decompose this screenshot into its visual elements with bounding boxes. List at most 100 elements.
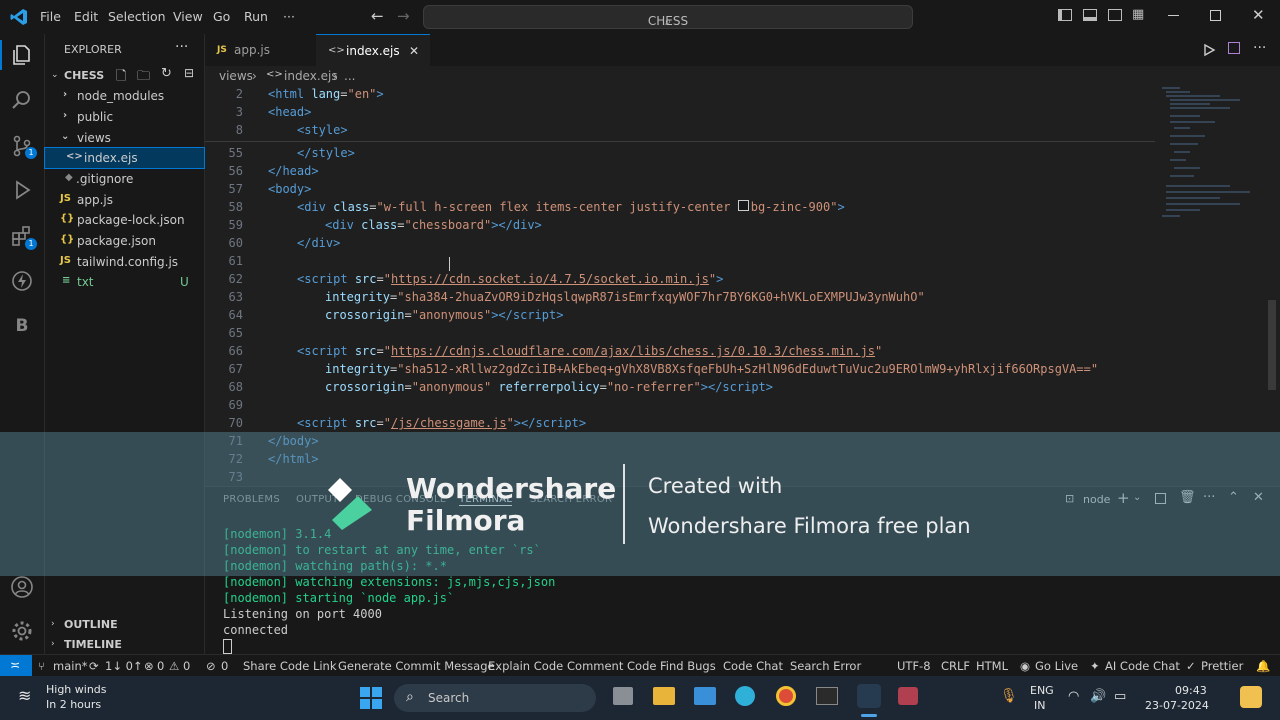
code-editor[interactable]: 2 <html lang="en"> 3 <head> 8 <style> 55 </s… bbox=[205, 86, 1280, 486]
split-editor-icon[interactable] bbox=[1228, 42, 1240, 54]
input-language-line1[interactable]: ENG bbox=[1030, 684, 1054, 697]
refresh-icon[interactable]: ↻ bbox=[161, 66, 172, 81]
filmora-app-icon[interactable] bbox=[898, 687, 918, 705]
generate-commit-message[interactable]: Generate Commit Message bbox=[338, 659, 495, 673]
settings-gear-icon[interactable] bbox=[10, 619, 34, 643]
chrome-browser-icon[interactable] bbox=[776, 686, 796, 706]
close-tab-icon[interactable]: ✕ bbox=[409, 44, 419, 58]
copilot-icon[interactable] bbox=[1240, 686, 1262, 708]
workspace-folder-name[interactable]: CHESS bbox=[64, 69, 104, 82]
menu-run[interactable]: Run bbox=[244, 9, 268, 24]
sync-status[interactable]: 1↓ 0↑ bbox=[105, 659, 143, 673]
command-center-search[interactable]: ⌕ CHESS bbox=[423, 5, 913, 29]
clock-time[interactable]: 09:43 bbox=[1175, 684, 1207, 697]
chevron-down-icon[interactable]: ⌄ bbox=[51, 70, 59, 80]
tree-item-package-json[interactable]: {} package.json bbox=[45, 231, 204, 251]
customize-layout-icon[interactable]: ▦ bbox=[1132, 7, 1144, 22]
tree-item-index-ejs[interactable]: <> index.ejs bbox=[44, 147, 205, 169]
vscode-taskbar-icon[interactable] bbox=[857, 684, 881, 708]
go-live[interactable]: Go Live bbox=[1035, 659, 1078, 673]
tab-index-ejs[interactable]: <> index.ejs ✕ bbox=[316, 34, 430, 67]
active-app-indicator bbox=[861, 714, 877, 717]
menu-selection[interactable]: Selection bbox=[108, 9, 166, 24]
explorer-icon[interactable] bbox=[10, 43, 34, 67]
breadcrumb-folder[interactable]: views bbox=[219, 69, 253, 83]
blackbox-icon[interactable]: B bbox=[10, 314, 34, 338]
find-bugs[interactable]: Find Bugs bbox=[660, 659, 716, 673]
weather-icon[interactable]: ≋ bbox=[18, 686, 31, 705]
weather-line1[interactable]: High winds bbox=[46, 683, 107, 696]
color-swatch[interactable] bbox=[737, 200, 749, 211]
outline-section[interactable]: OUTLINE bbox=[64, 618, 118, 631]
chevron-right-icon[interactable]: › bbox=[51, 619, 55, 629]
file-explorer-icon[interactable] bbox=[653, 687, 675, 705]
code-link[interactable]: /js/chessgame.js bbox=[391, 416, 507, 430]
menu-file[interactable]: File bbox=[40, 9, 61, 24]
end-of-line[interactable]: CRLF bbox=[941, 659, 970, 673]
terminal-app-icon[interactable] bbox=[816, 687, 838, 705]
encoding[interactable]: UTF-8 bbox=[897, 659, 931, 673]
warning-count[interactable]: 0 bbox=[183, 659, 190, 673]
explorer-more-icon[interactable]: ··· bbox=[175, 39, 188, 55]
taskbar-search[interactable]: ⌕ Search bbox=[394, 684, 596, 712]
breadcrumb-more[interactable]: ... bbox=[344, 69, 355, 83]
comment-code[interactable]: Comment Code bbox=[567, 659, 656, 673]
windows-start-icon[interactable] bbox=[360, 687, 382, 709]
microphone-icon[interactable]: 🎙 bbox=[1000, 688, 1018, 704]
error-count[interactable]: 0 bbox=[157, 659, 164, 673]
tree-item-tailwind-config[interactable]: JS tailwind.config.js bbox=[45, 252, 204, 272]
account-icon[interactable] bbox=[10, 575, 34, 599]
chevron-right-icon[interactable]: › bbox=[51, 639, 55, 649]
tab-app-js[interactable]: JS app.js bbox=[205, 34, 315, 66]
notifications-icon[interactable]: 🔔 bbox=[1256, 659, 1270, 673]
language-mode[interactable]: HTML bbox=[976, 659, 1008, 673]
code-link[interactable]: https://cdnjs.cloudflare.com/ajax/libs/c… bbox=[391, 344, 875, 358]
remote-indicator[interactable]: ≍ bbox=[0, 655, 32, 677]
code-link[interactable]: https://cdn.socket.io/4.7.5/socket.io.mi… bbox=[391, 272, 709, 286]
more-actions-icon[interactable]: ··· bbox=[1253, 40, 1266, 56]
breadcrumb-file[interactable]: index.ejs bbox=[284, 69, 338, 83]
explain-code[interactable]: Explain Code bbox=[488, 659, 563, 673]
restore-icon[interactable] bbox=[1210, 10, 1221, 21]
run-debug-icon[interactable] bbox=[10, 178, 34, 202]
mail-icon[interactable] bbox=[694, 687, 716, 705]
close-window-icon[interactable]: ✕ bbox=[1252, 6, 1265, 24]
tree-item-gitignore[interactable]: ◆ .gitignore bbox=[45, 169, 204, 189]
toggle-sidebar-icon[interactable] bbox=[1058, 9, 1072, 21]
menu-view[interactable]: View bbox=[173, 9, 203, 24]
ai-code-chat[interactable]: AI Code Chat bbox=[1105, 659, 1180, 673]
volume-icon[interactable]: 🔊 bbox=[1090, 689, 1106, 704]
tree-item-package-lock-json[interactable]: {} package-lock.json bbox=[45, 210, 204, 230]
minimap[interactable] bbox=[1160, 86, 1266, 226]
battery-icon[interactable]: ▭ bbox=[1114, 689, 1126, 704]
timeline-section[interactable]: TIMELINE bbox=[64, 638, 122, 651]
minimize-icon[interactable] bbox=[1168, 15, 1179, 16]
collapse-all-icon[interactable]: ⊟ bbox=[184, 66, 194, 80]
tree-item-public[interactable]: › public bbox=[45, 107, 204, 127]
code-chat[interactable]: Code Chat bbox=[723, 659, 783, 673]
wifi-icon[interactable]: ◠ bbox=[1068, 689, 1079, 704]
tree-item-node-modules[interactable]: › node_modules bbox=[45, 86, 204, 106]
menu-edit[interactable]: Edit bbox=[74, 9, 98, 24]
share-code-link[interactable]: Share Code Link bbox=[243, 659, 337, 673]
ports-count[interactable]: 0 bbox=[221, 659, 228, 673]
menu-go[interactable]: Go bbox=[213, 9, 230, 24]
branch-name[interactable]: main* bbox=[53, 659, 87, 673]
menu-more[interactable]: ··· bbox=[283, 9, 295, 24]
code-token: <html bbox=[268, 87, 305, 101]
prettier[interactable]: Prettier bbox=[1201, 659, 1243, 673]
tree-item-txt[interactable]: ≡ txt U bbox=[45, 272, 204, 292]
task-view-icon[interactable] bbox=[613, 687, 633, 705]
tree-item-app-js[interactable]: JS app.js bbox=[45, 190, 204, 210]
edge-browser-icon[interactable] bbox=[735, 686, 755, 706]
search-error[interactable]: Search Error bbox=[790, 659, 861, 673]
forward-arrow-icon[interactable]: → bbox=[397, 7, 410, 25]
thunder-client-icon[interactable] bbox=[10, 269, 34, 293]
tree-item-views[interactable]: ⌄ views bbox=[45, 128, 204, 148]
toggle-secondary-sidebar-icon[interactable] bbox=[1108, 9, 1122, 21]
toggle-panel-icon[interactable] bbox=[1083, 9, 1097, 21]
editor-scrollbar[interactable] bbox=[1268, 300, 1276, 390]
back-arrow-icon[interactable]: ← bbox=[371, 7, 384, 25]
run-icon[interactable] bbox=[1202, 43, 1216, 57]
search-icon[interactable] bbox=[10, 88, 34, 112]
